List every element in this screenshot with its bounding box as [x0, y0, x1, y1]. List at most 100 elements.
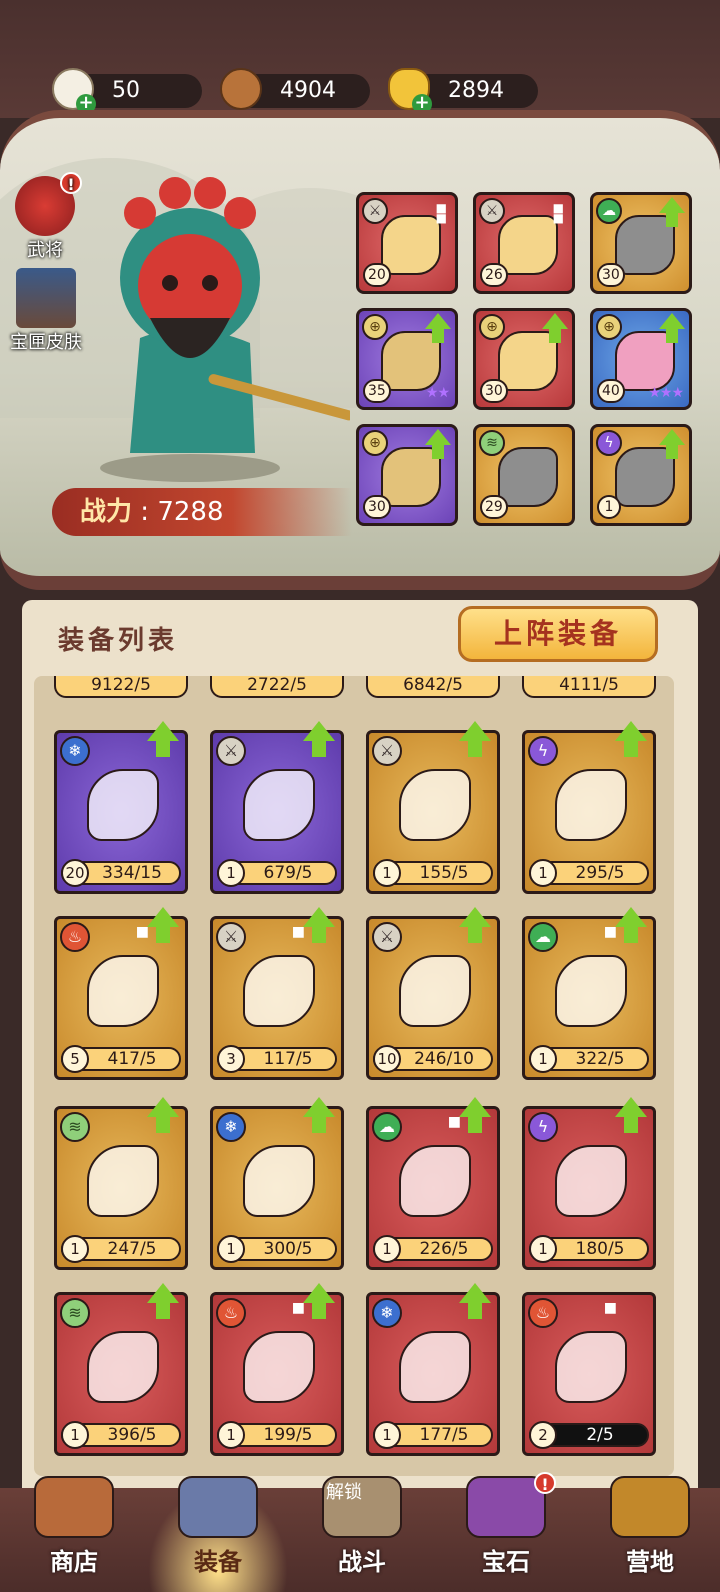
- level-badge: 35: [363, 379, 391, 403]
- nav-label: 商店: [50, 1548, 98, 1576]
- equipped-slot[interactable]: ⊕ 30: [473, 308, 575, 410]
- item-count-bar: 1 322/5: [529, 1045, 649, 1073]
- equipped-slot[interactable]: ☁ 30: [590, 192, 692, 294]
- equipment-card[interactable]: ❄ 1 177/5: [366, 1283, 500, 1456]
- nav-label: 装备: [194, 1548, 242, 1576]
- upgrade-arrow-icon: [147, 907, 179, 943]
- item-count-bar: 10 246/10: [373, 1045, 493, 1073]
- item-count: 2/5: [586, 1425, 614, 1445]
- item-count: 679/5: [263, 863, 313, 883]
- upgrade-arrow-icon: [459, 1097, 491, 1133]
- equipment-card[interactable]: ♨ ■ 1 199/5: [210, 1283, 344, 1456]
- equipped-slot[interactable]: ⊕ 30: [356, 424, 458, 526]
- equipped-slot[interactable]: ⊕ ★★ 35: [356, 308, 458, 410]
- weapon-element-icon: ⚔: [372, 736, 402, 766]
- equipped-slot[interactable]: ⊕ ★★★ 40: [590, 308, 692, 410]
- equipment-card[interactable]: ❄ 1 300/5: [210, 1097, 344, 1270]
- item-count-bar: 3 117/5: [217, 1045, 337, 1073]
- weapon-element-icon: ⚔: [372, 922, 402, 952]
- equipment-card[interactable]: ≋ 1 396/5: [54, 1283, 188, 1456]
- level-badge: 1: [61, 1235, 89, 1263]
- level-badge: 30: [363, 495, 391, 519]
- upgrade-arrow-icon: [615, 721, 647, 757]
- menu-dots-icon: ■: [447, 1114, 461, 1130]
- light-element-icon: ϟ: [528, 736, 558, 766]
- equipment-art: [498, 447, 558, 507]
- equipment-grid[interactable]: 9122/5 2722/5 6842/5 4111/5 ❄ 20 334/15 ⚔ 1 679/5…: [34, 676, 674, 1476]
- wind-element-icon: ≋: [479, 430, 505, 456]
- general-label: 武将: [27, 240, 63, 261]
- item-count-bar: 1 226/5: [373, 1235, 493, 1263]
- equipment-card[interactable]: ϟ 1 295/5: [522, 721, 656, 894]
- equipment-art: [243, 955, 315, 1027]
- equipment-art: [243, 1145, 315, 1217]
- equipment-art: [87, 1331, 159, 1403]
- nav-item[interactable]: ! 宝石: [436, 1472, 576, 1592]
- equipment-art: [399, 769, 471, 841]
- light-element-icon: ϟ: [596, 430, 622, 456]
- upgrade-arrow-icon: [459, 907, 491, 943]
- wind-element-icon: ≋: [60, 1298, 90, 1328]
- upgrade-arrow-icon: [147, 1283, 179, 1319]
- item-count: 247/5: [107, 1239, 157, 1259]
- item-count-bar: 1 177/5: [373, 1421, 493, 1449]
- equipped-slot[interactable]: ⚔ ■ ■ 20: [356, 192, 458, 294]
- nav-item[interactable]: 解锁 战斗: [292, 1476, 432, 1592]
- equipment-card[interactable]: ⚔ ■ 3 117/5: [210, 907, 344, 1080]
- nav-item[interactable]: 商店: [4, 1476, 144, 1592]
- equipped-slot[interactable]: ≋ 29: [473, 424, 575, 526]
- item-count: 199/5: [263, 1425, 313, 1445]
- equipment-card[interactable]: ☁ ■ 1 322/5: [522, 907, 656, 1080]
- upgrade-arrow-icon: [303, 721, 335, 757]
- equipment-card[interactable]: ⚔ 1 155/5: [366, 721, 500, 894]
- fire-element-icon: ♨: [528, 1298, 558, 1328]
- equipment-card[interactable]: ⚔ 1 679/5: [210, 721, 344, 894]
- equipment-art: [399, 1145, 471, 1217]
- equipment-art: [498, 215, 558, 275]
- equipment-card[interactable]: ≋ 1 247/5: [54, 1097, 188, 1270]
- poison-element-icon: ☁: [596, 198, 622, 224]
- partial-item-count: 6842/5: [366, 676, 500, 698]
- nav-item[interactable]: 营地: [580, 1476, 720, 1592]
- upgrade-arrow-icon: [303, 1097, 335, 1133]
- menu-dots-icon: ■: [291, 924, 305, 940]
- equipment-card[interactable]: ϟ 1 180/5: [522, 1097, 656, 1270]
- item-count-bar: 1 679/5: [217, 859, 337, 887]
- level-badge: 1: [217, 859, 245, 887]
- general-button[interactable]: ! 武将: [10, 172, 82, 262]
- upgrade-arrow-icon: [425, 313, 451, 343]
- item-count-bar: 1 300/5: [217, 1235, 337, 1263]
- equipped-slot[interactable]: ⚔ ■ ■ 26: [473, 192, 575, 294]
- weapon-element-icon: ⚔: [216, 736, 246, 766]
- coin-currency[interactable]: 4904: [220, 68, 370, 110]
- gold-currency[interactable]: + 2894: [388, 68, 538, 114]
- equipment-card[interactable]: ☁ ■ 1 226/5: [366, 1097, 500, 1270]
- equipment-card[interactable]: ♨ ■ 2 2/5: [522, 1292, 656, 1456]
- level-badge: 20: [61, 859, 89, 887]
- upgrade-arrow-icon: [659, 197, 685, 227]
- deploy-equipment-button[interactable]: 上阵装备: [458, 606, 658, 662]
- unlock-label: 解锁: [326, 1482, 362, 1503]
- poison-element-icon: ☁: [528, 922, 558, 952]
- nav-label: 宝石: [482, 1548, 530, 1576]
- level-badge: 1: [373, 1235, 401, 1263]
- equipment-card[interactable]: ❄ 20 334/15: [54, 721, 188, 894]
- nav-icon: [178, 1476, 258, 1538]
- equipped-slot[interactable]: ϟ1: [590, 424, 692, 526]
- nav-item[interactable]: 装备: [148, 1476, 288, 1592]
- bun-currency[interactable]: + 50: [52, 68, 202, 114]
- item-count: 177/5: [419, 1425, 469, 1445]
- menu-dots-icon: ■ ■: [552, 201, 564, 225]
- skin-button[interactable]: 宝匣皮肤: [4, 268, 88, 354]
- power-label: 战力: [80, 497, 133, 527]
- poison-element-icon: ☁: [372, 1112, 402, 1142]
- level-badge: 10: [373, 1045, 401, 1073]
- power-display: 战力 : 7288: [52, 488, 352, 536]
- equipment-list-title: 装备列表: [58, 626, 179, 656]
- level-badge: 3: [217, 1045, 245, 1073]
- equipment-card[interactable]: ⚔ 10 246/10: [366, 907, 500, 1080]
- equipment-art: [399, 955, 471, 1027]
- partial-item-count: 2722/5: [210, 676, 344, 698]
- equipment-card[interactable]: ♨ ■ 5 417/5: [54, 907, 188, 1080]
- level-badge: 1: [597, 495, 621, 519]
